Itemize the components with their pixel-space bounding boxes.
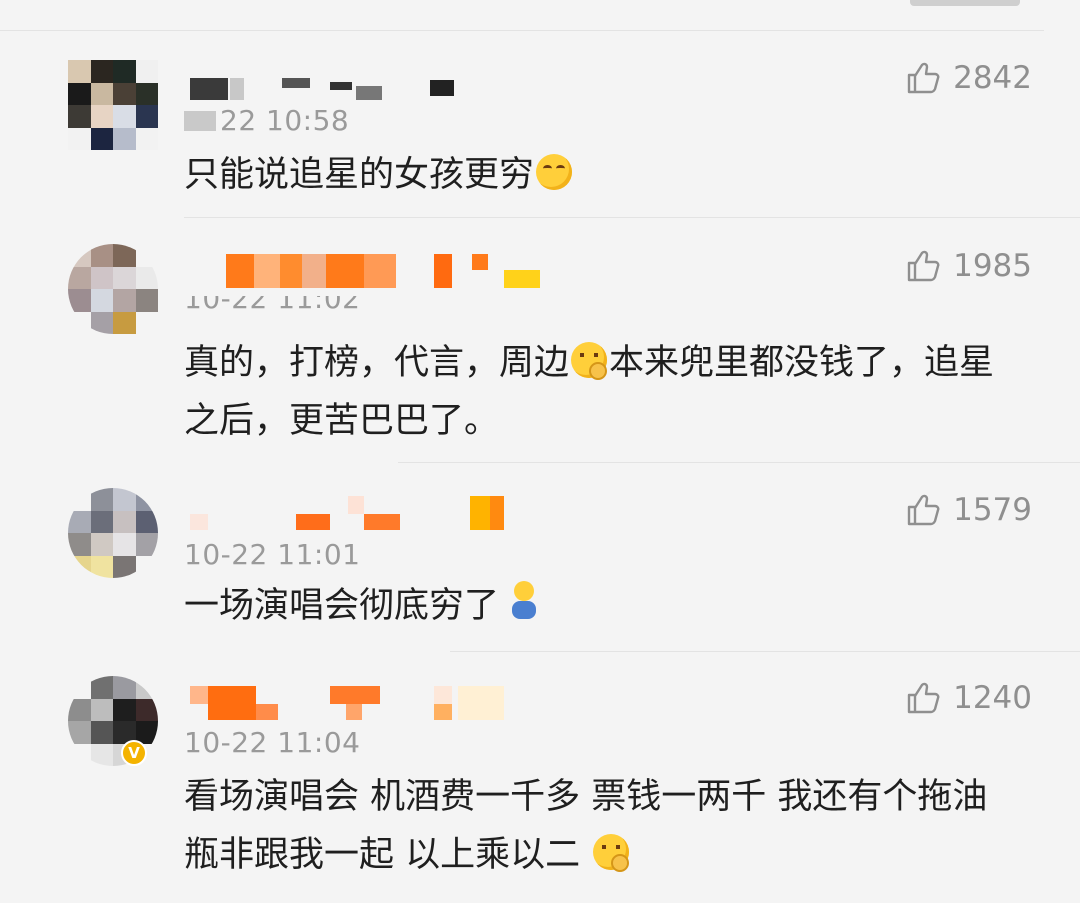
thumbs-up-icon (907, 494, 940, 526)
divider (184, 217, 1080, 218)
avatar[interactable] (68, 244, 158, 334)
username-obscured[interactable] (190, 254, 540, 288)
like-button[interactable]: 1579 (905, 492, 1032, 528)
thinking-emoji (571, 342, 608, 380)
username-obscured[interactable] (190, 686, 510, 720)
comment-text: 看场演唱会 机酒费一千多 票钱一两千 我还有个拖油瓶非跟我一起 以上乘以二 (184, 777, 988, 875)
comment-time: 10-22 11:02 (184, 296, 361, 315)
laugh-cry-emoji (536, 154, 573, 190)
like-count: 1985 (953, 248, 1032, 284)
username-obscured[interactable] (190, 72, 460, 106)
thumbs-up-icon (907, 250, 940, 282)
comment-text: 只能说追星的女孩更穷 (184, 146, 1020, 204)
comment-time: 10-22 11:01 (184, 538, 361, 571)
thumbs-up-icon (907, 682, 940, 714)
like-count: 2842 (953, 60, 1032, 96)
divider (398, 462, 1080, 463)
comment-text: 一场演唱会彻底穷了 (184, 577, 1020, 635)
avatar[interactable] (68, 488, 158, 578)
comment-time: 10-22 11:04 (184, 726, 361, 759)
like-count: 1579 (953, 492, 1032, 528)
username-obscured[interactable] (190, 496, 510, 530)
avatar[interactable] (68, 60, 158, 150)
cheering-emoji (512, 581, 537, 621)
like-count: 1240 (953, 680, 1032, 716)
like-button[interactable]: 1240 (905, 680, 1032, 716)
verified-badge-icon: V (121, 740, 147, 766)
like-button[interactable]: 1985 (905, 248, 1032, 284)
thinking-emoji (593, 834, 630, 872)
top-edge-fragment (910, 0, 1020, 6)
divider (0, 30, 1044, 31)
like-button[interactable]: 2842 (905, 60, 1032, 96)
comment-time: 22 10:58 (184, 104, 349, 137)
divider (450, 651, 1080, 652)
thumbs-up-icon (907, 62, 940, 94)
comment-text: 真的，打榜，代言，周边 本来兜里都没钱了，追星之后，更苦巴巴了。 (184, 342, 995, 441)
